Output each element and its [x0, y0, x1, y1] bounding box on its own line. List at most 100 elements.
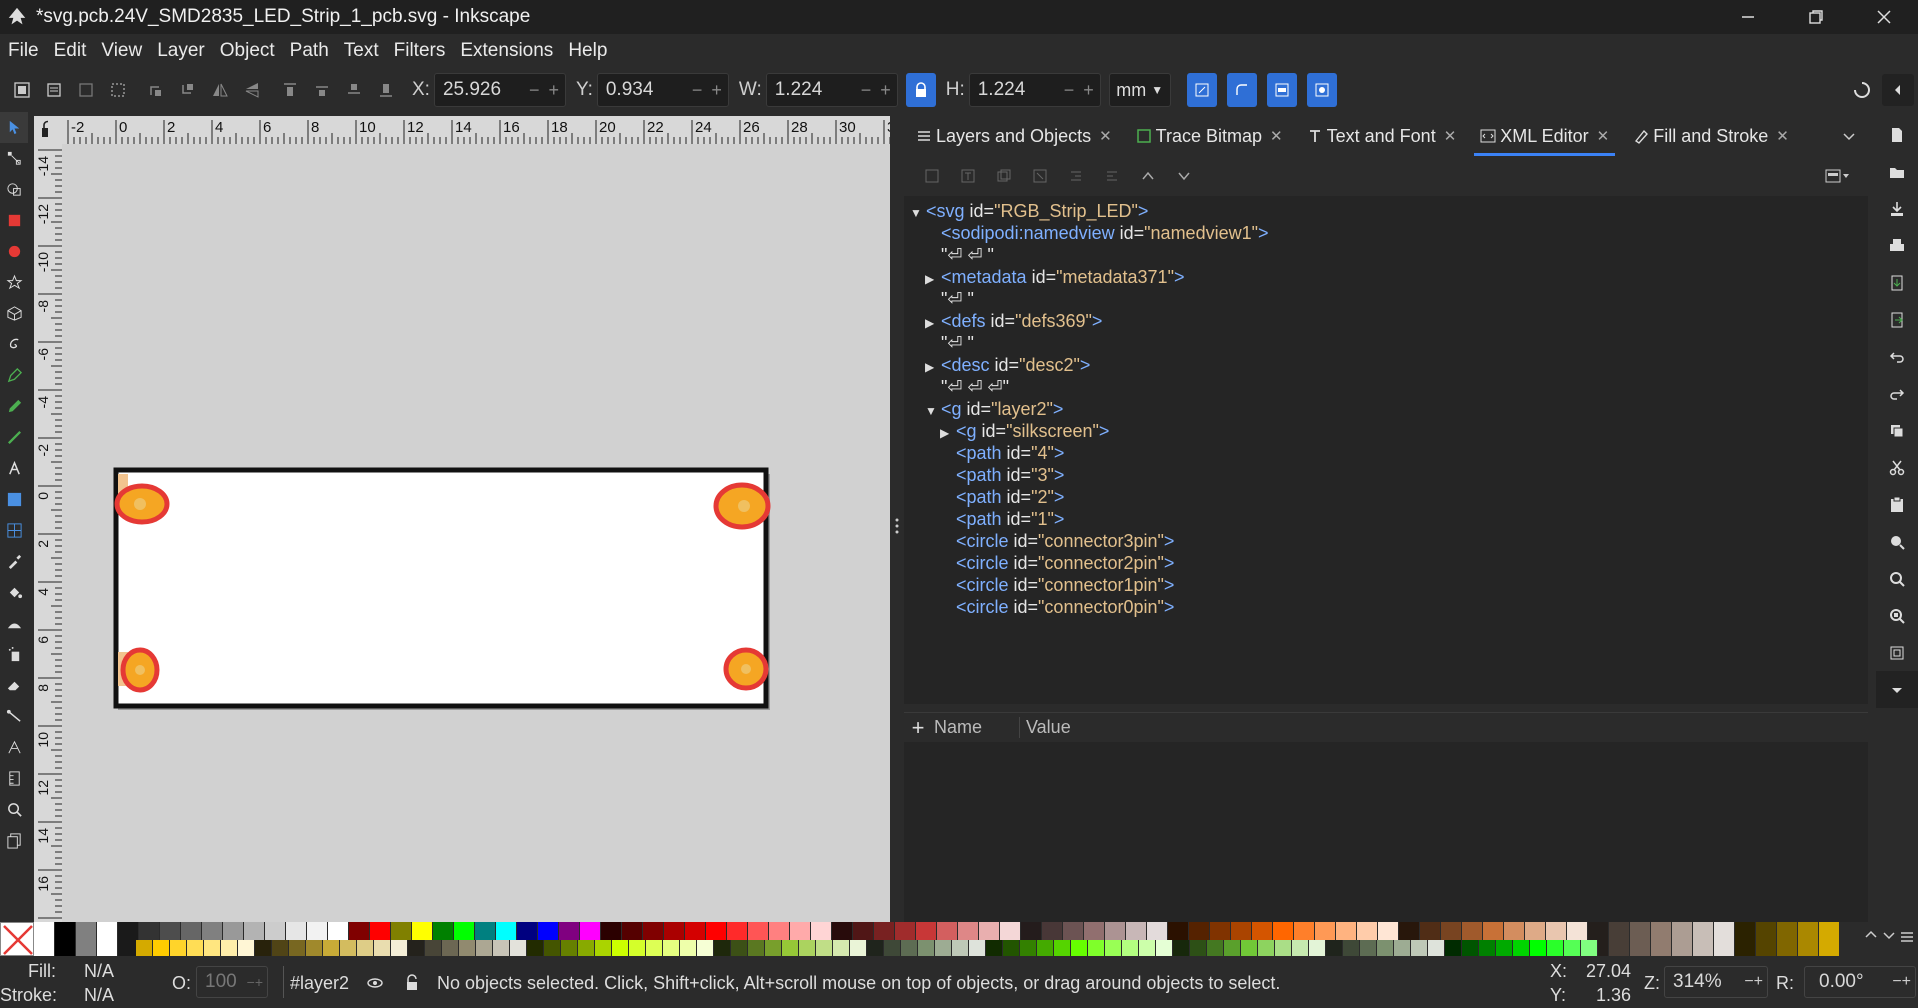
- color-swatch[interactable]: [476, 940, 493, 956]
- lpe-tool[interactable]: [0, 732, 28, 763]
- color-swatch[interactable]: [527, 940, 544, 956]
- color-swatch[interactable]: [1564, 940, 1581, 956]
- new-element-node-button[interactable]: [914, 161, 950, 191]
- color-swatch[interactable]: [1139, 940, 1156, 956]
- color-swatch[interactable]: [1609, 922, 1630, 956]
- color-swatch[interactable]: [1173, 940, 1190, 956]
- color-swatch[interactable]: [1462, 940, 1479, 956]
- color-swatch[interactable]: [646, 940, 663, 956]
- menu-view[interactable]: View: [101, 40, 142, 62]
- tab-xml-editor[interactable]: XML Editor ✕: [1468, 116, 1621, 156]
- zoom-selection-button[interactable]: [1876, 523, 1918, 560]
- value-column-header[interactable]: Value: [1020, 717, 1071, 738]
- pad-bottom-right[interactable]: [723, 647, 769, 691]
- scale-stroke-button[interactable]: [1186, 73, 1217, 107]
- color-swatch[interactable]: [153, 940, 170, 956]
- color-swatch[interactable]: [459, 940, 476, 956]
- tab-layers-objects[interactable]: Layers and Objects ✕: [904, 116, 1124, 156]
- flip-vertical-button[interactable]: [236, 74, 268, 106]
- attributes-list[interactable]: [904, 742, 1868, 922]
- color-swatch[interactable]: [935, 940, 952, 956]
- color-swatch[interactable]: [1037, 940, 1054, 956]
- color-swatch[interactable]: [272, 940, 289, 956]
- deselect-button[interactable]: [102, 74, 134, 106]
- import-button[interactable]: [1876, 264, 1918, 301]
- color-swatch[interactable]: [1479, 940, 1496, 956]
- color-swatch[interactable]: [799, 940, 816, 956]
- color-swatch[interactable]: [1020, 940, 1037, 956]
- menu-edit[interactable]: Edit: [54, 40, 87, 62]
- color-swatch[interactable]: [55, 922, 76, 956]
- color-swatch[interactable]: [867, 940, 884, 956]
- color-swatch[interactable]: [340, 940, 357, 956]
- color-swatch[interactable]: [442, 940, 459, 956]
- menu-path[interactable]: Path: [290, 40, 329, 62]
- color-swatch[interactable]: [1651, 922, 1672, 956]
- xml-node-tree[interactable]: ▼ <svg id="RGB_Strip_LED"> <sodipodi:named…: [904, 196, 1868, 704]
- gradient-tool[interactable]: [0, 484, 28, 515]
- color-swatch[interactable]: [969, 940, 986, 956]
- measure-tool[interactable]: [0, 763, 28, 794]
- selector-tool[interactable]: [0, 112, 28, 143]
- rotation-spinbox[interactable]: 0.00° −+: [1804, 966, 1916, 998]
- menu-help[interactable]: Help: [568, 40, 607, 62]
- zoom-drawing-button[interactable]: [1876, 560, 1918, 597]
- color-swatch[interactable]: [1071, 940, 1088, 956]
- snap-menu-button[interactable]: [1882, 74, 1914, 106]
- copy-button[interactable]: [1876, 412, 1918, 449]
- color-swatch[interactable]: [1428, 940, 1445, 956]
- snap-toggle-button[interactable]: [1846, 74, 1878, 106]
- pages-tool[interactable]: [0, 825, 28, 856]
- tabs-overflow-button[interactable]: [1830, 116, 1868, 156]
- color-swatch[interactable]: [1445, 940, 1462, 956]
- close-tab-icon[interactable]: ✕: [1444, 127, 1457, 145]
- move-patterns-button[interactable]: [1306, 73, 1337, 107]
- text-tool[interactable]: [0, 453, 28, 484]
- node-tool[interactable]: [0, 143, 28, 174]
- print-button[interactable]: [1876, 227, 1918, 264]
- color-swatch[interactable]: [187, 940, 204, 956]
- paste-button[interactable]: [1876, 486, 1918, 523]
- color-swatch[interactable]: [391, 940, 408, 956]
- lock-ratio-button[interactable]: [905, 73, 936, 107]
- color-swatch[interactable]: [578, 940, 595, 956]
- lower-node-button[interactable]: [1166, 161, 1202, 191]
- color-swatch[interactable]: [816, 940, 833, 956]
- color-swatch[interactable]: [544, 940, 561, 956]
- color-swatch[interactable]: [204, 940, 221, 956]
- color-swatch[interactable]: [1798, 922, 1819, 956]
- h-spinbox[interactable]: 1.224 − +: [968, 73, 1101, 107]
- tab-fill-stroke[interactable]: Fill and Stroke ✕: [1621, 116, 1801, 156]
- unit-select[interactable]: mm ▼: [1108, 73, 1171, 107]
- zoom-tool[interactable]: [0, 794, 28, 825]
- menu-file[interactable]: File: [8, 40, 39, 62]
- color-swatch[interactable]: [1088, 940, 1105, 956]
- stroke-value[interactable]: N/A: [84, 985, 114, 1006]
- color-swatch[interactable]: [850, 940, 867, 956]
- palette-scroll-up[interactable]: [1864, 928, 1882, 950]
- color-swatch[interactable]: [1672, 922, 1693, 956]
- color-swatch[interactable]: [1394, 940, 1411, 956]
- calligraphy-tool[interactable]: [0, 422, 28, 453]
- color-swatch[interactable]: [629, 940, 646, 956]
- zoom-spinbox[interactable]: 314% −+: [1664, 966, 1768, 998]
- xml-node[interactable]: <circle id="connector0pin">: [940, 594, 1174, 621]
- 3d-box-tool[interactable]: [0, 298, 28, 329]
- color-swatch[interactable]: [782, 940, 799, 956]
- raise-button[interactable]: [306, 74, 338, 106]
- close-tab-icon[interactable]: ✕: [1099, 127, 1112, 145]
- color-swatch[interactable]: [1241, 940, 1258, 956]
- color-swatch[interactable]: [1343, 940, 1360, 956]
- color-swatch[interactable]: [97, 922, 118, 956]
- palette-scroll-down[interactable]: [1882, 928, 1900, 950]
- color-swatch[interactable]: [1777, 922, 1798, 956]
- current-layer-label[interactable]: #layer2: [290, 973, 349, 994]
- fill-value[interactable]: N/A: [84, 961, 114, 982]
- close-tab-icon[interactable]: ✕: [1776, 127, 1789, 145]
- color-swatch[interactable]: [493, 940, 510, 956]
- unlocked-icon[interactable]: [404, 974, 420, 992]
- color-swatch[interactable]: [663, 940, 680, 956]
- color-swatch[interactable]: [1714, 922, 1735, 956]
- unindent-node-button[interactable]: [1058, 161, 1094, 191]
- zoom-fit-button[interactable]: [1876, 634, 1918, 671]
